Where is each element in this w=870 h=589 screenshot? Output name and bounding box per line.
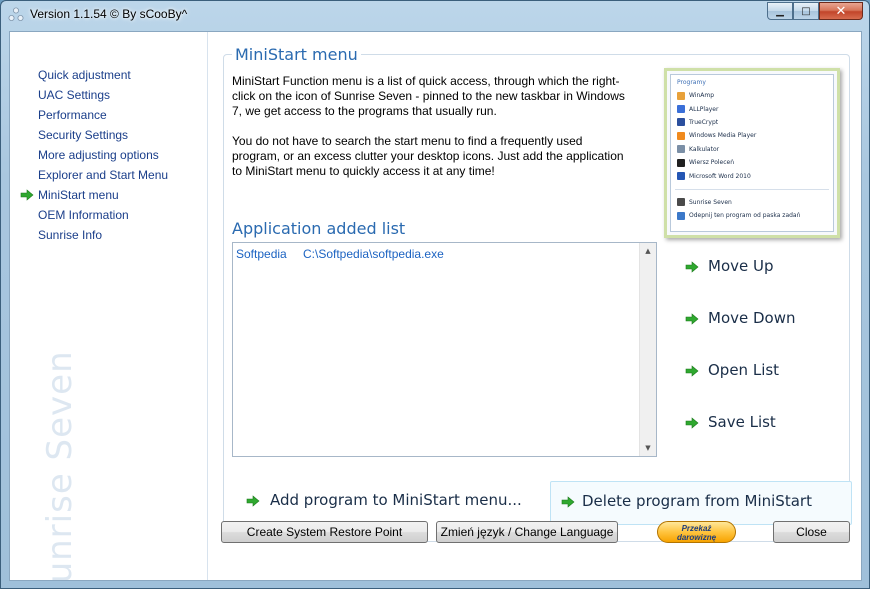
list-item[interactable]: Softpedia C:\Softpedia\softpedia.exe [236, 247, 444, 261]
preview-menu-item: Sunrise Seven [671, 196, 833, 209]
donate-label-line2: darowiznę [676, 533, 717, 542]
sidebar-item[interactable]: Security Settings [10, 125, 207, 145]
preview-menu-item: TrueCrypt [671, 116, 833, 129]
preview-menu-item: Odepnij ten program od paska zadań [671, 209, 833, 222]
ministart-preview-image: Programy WinAmp ALLPlayer TrueCrypt Windows… [664, 68, 840, 238]
caption-buttons: ▁ □ ✕ [767, 2, 863, 20]
list-scrollbar[interactable]: ▲ ▼ [639, 243, 656, 456]
maximize-button[interactable]: □ [793, 2, 819, 20]
add-program-button[interactable]: Add program to MiniStart menu... [238, 481, 538, 525]
preview-item-label: Sunrise Seven [689, 198, 732, 206]
description-paragraph: You do not have to search the start menu… [232, 134, 624, 178]
program-icon [677, 198, 685, 207]
sidebar-item[interactable]: OEM Information [10, 205, 207, 225]
maximize-icon: □ [801, 5, 811, 17]
sidebar-item-label: Security Settings [38, 128, 129, 142]
preview-item-label: Odepnij ten program od paska zadań [689, 212, 801, 220]
sidebar-item-label: Explorer and Start Menu [38, 168, 169, 182]
app-logo-icon [8, 7, 24, 21]
save-list-label: Save List [708, 413, 776, 431]
sidebar: Quick adjustment UAC Settings Performance S… [10, 32, 208, 580]
open-list-label: Open List [708, 361, 780, 379]
sidebar-item-label: Sunrise Info [38, 228, 103, 242]
sidebar-watermark: Sunrise Seven [40, 350, 80, 580]
sidebar-item[interactable]: Performance [10, 105, 207, 125]
delete-program-label: Delete program from MiniStart [582, 492, 812, 510]
green-arrow-icon [246, 495, 260, 507]
preview-item-label: TrueCrypt [689, 118, 719, 126]
preview-item-label: Microsoft Word 2010 [689, 172, 751, 180]
scroll-down-arrow-icon[interactable]: ▼ [640, 440, 656, 456]
sidebar-item-label: More adjusting options [38, 148, 159, 162]
sidebar-item[interactable]: MiniStart menu [10, 185, 207, 205]
preview-item-label: ALLPlayer [689, 105, 719, 113]
preview-separator [675, 188, 829, 190]
preview-item-label: Windows Media Player [689, 132, 757, 140]
title-bar[interactable]: Version 1.1.54 © By sCooBy^ ▁ □ ✕ [1, 1, 869, 29]
sidebar-item-label: Performance [38, 108, 107, 122]
preview-item-label: WinAmp [689, 92, 715, 100]
window-title: Version 1.1.54 © By sCooBy^ [30, 7, 188, 21]
program-icon [677, 211, 685, 220]
panel-description: MiniStart Function menu is a list of qui… [232, 74, 632, 194]
client-area: Quick adjustment UAC Settings Performance S… [9, 31, 862, 581]
program-icon [677, 91, 685, 100]
preview-item-label: Wiersz Poleceń [689, 159, 735, 167]
program-icon [677, 131, 685, 140]
preview-menu-item: Kalkulator [671, 143, 833, 156]
create-restore-point-button[interactable]: Create System Restore Point [221, 521, 428, 543]
change-language-button[interactable]: Zmień język / Change Language [436, 521, 618, 543]
preview-header: Programy [677, 79, 706, 86]
sidebar-item[interactable]: Sunrise Info [10, 225, 207, 245]
sidebar-item-label: UAC Settings [38, 88, 111, 102]
application-listbox[interactable]: Softpedia C:\Softpedia\softpedia.exe ▲ ▼ [232, 242, 657, 457]
preview-menu-item: Wiersz Poleceń [671, 156, 833, 169]
minimize-button[interactable]: ▁ [767, 2, 793, 20]
move-down-label: Move Down [708, 309, 796, 327]
sidebar-item-label: MiniStart menu [38, 188, 119, 202]
list-title: Application added list [232, 219, 406, 238]
sidebar-item-label: OEM Information [38, 208, 129, 222]
app-name: Softpedia [236, 247, 287, 261]
selected-arrow-icon [20, 189, 34, 201]
add-program-label: Add program to MiniStart menu... [270, 491, 522, 509]
donate-label-line1: Przekaż [681, 524, 712, 533]
donate-button[interactable]: Przekaż darowiznę [657, 521, 736, 543]
program-icon [677, 158, 685, 167]
sidebar-item-label: Quick adjustment [38, 68, 131, 82]
scroll-up-arrow-icon[interactable]: ▲ [640, 243, 656, 259]
panel-title: MiniStart menu [232, 45, 361, 64]
minimize-icon: ▁ [776, 5, 784, 17]
close-button[interactable]: Close [773, 521, 850, 543]
description-paragraph: MiniStart Function menu is a list of qui… [232, 74, 625, 118]
preview-item-label: Kalkulator [689, 145, 720, 153]
preview-menu-item: WinAmp [671, 89, 833, 102]
preview-menu-item: Windows Media Player [671, 129, 833, 142]
green-arrow-icon [561, 496, 575, 508]
sidebar-item[interactable]: UAC Settings [10, 85, 207, 105]
green-arrow-icon [685, 313, 699, 325]
app-path: C:\Softpedia\softpedia.exe [303, 247, 444, 261]
program-icon [677, 118, 685, 127]
preview-menu: Programy WinAmp ALLPlayer TrueCrypt Windows… [670, 74, 834, 232]
close-window-button[interactable]: ✕ [819, 2, 863, 20]
app-window: Version 1.1.54 © By sCooBy^ ▁ □ ✕ Quick … [0, 0, 870, 589]
sidebar-item[interactable]: Explorer and Start Menu [10, 165, 207, 185]
green-arrow-icon [685, 365, 699, 377]
close-icon: ✕ [835, 3, 847, 19]
delete-program-button[interactable]: Delete program from MiniStart [550, 481, 852, 525]
green-arrow-icon [685, 417, 699, 429]
sidebar-item[interactable]: More adjusting options [10, 145, 207, 165]
sidebar-item[interactable]: Quick adjustment [10, 65, 207, 85]
green-arrow-icon [685, 261, 699, 273]
preview-menu-item: ALLPlayer [671, 102, 833, 115]
program-icon [677, 105, 685, 114]
move-up-label: Move Up [708, 257, 774, 275]
program-icon [677, 145, 685, 154]
preview-menu-item: Microsoft Word 2010 [671, 169, 833, 182]
program-icon [677, 172, 685, 181]
sidebar-nav: Quick adjustment UAC Settings Performance S… [10, 65, 207, 245]
